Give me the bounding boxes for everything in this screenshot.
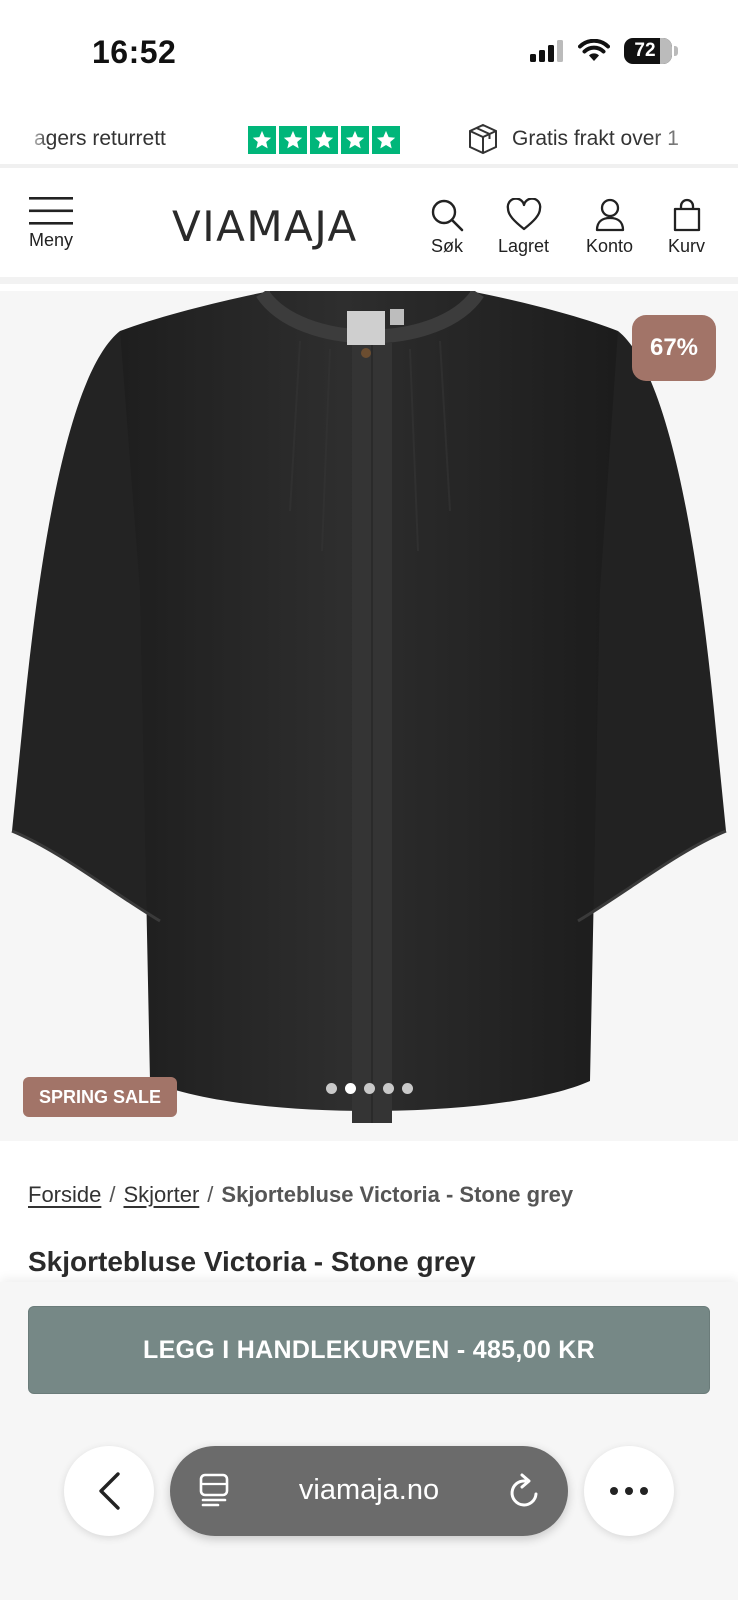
star-icon	[341, 126, 369, 154]
sale-badge: SPRING SALE	[23, 1077, 178, 1117]
search-label: Søk	[430, 236, 463, 256]
star-icon	[310, 126, 338, 154]
return-policy-text: agers returrett	[34, 127, 166, 150]
trustpilot-rating[interactable]	[248, 126, 400, 154]
reload-icon[interactable]	[506, 1472, 542, 1510]
gallery-dot-active[interactable]	[345, 1083, 356, 1094]
cart-label: Kurv	[668, 236, 706, 256]
breadcrumb-category-link[interactable]: Skjorter	[123, 1182, 199, 1208]
gallery-dot[interactable]	[326, 1083, 337, 1094]
saved-label: Lagret	[498, 236, 550, 256]
product-image-gallery[interactable]: 67% SPRING SALE	[0, 291, 738, 1141]
status-bar: 16:52 72	[0, 0, 738, 110]
menu-button[interactable]: Meny	[28, 196, 74, 251]
gallery-dot[interactable]	[383, 1083, 394, 1094]
account-label: Konto	[586, 236, 634, 256]
free-shipping-notice: Gratis frakt over 1	[466, 122, 679, 156]
product-image	[11, 291, 727, 1123]
more-dots-icon	[610, 1487, 648, 1495]
signal-icon	[530, 40, 563, 62]
browser-more-button[interactable]	[584, 1446, 674, 1536]
star-icon	[279, 126, 307, 154]
breadcrumb-current: Skjortebluse Victoria - Stone grey	[221, 1182, 574, 1207]
status-time: 16:52	[92, 34, 177, 70]
browser-back-button[interactable]	[64, 1446, 154, 1536]
breadcrumb: Forside / Skjorter / Skjortebluse Victor…	[28, 1182, 573, 1208]
star-icon	[248, 126, 276, 154]
search-icon	[431, 199, 464, 232]
hamburger-icon	[29, 197, 73, 225]
add-to-cart-button[interactable]: LEGG I HANDLEKURVEN - 485,00 KR	[28, 1306, 710, 1394]
status-icons: 72	[530, 38, 678, 64]
wifi-icon	[578, 39, 610, 61]
gallery-dot[interactable]	[402, 1083, 413, 1094]
product-title: Skjortebluse Victoria - Stone grey	[28, 1246, 476, 1277]
saved-button[interactable]: Lagret	[498, 198, 549, 257]
discount-badge: 67%	[632, 315, 716, 381]
battery-icon: 72	[624, 38, 672, 64]
site-header: Meny VIAMAJA Søk Lagret Konto Kurv	[0, 172, 738, 284]
heart-icon	[506, 198, 541, 231]
site-logo[interactable]: VIAMAJA	[172, 202, 358, 251]
gallery-pagination	[326, 1083, 413, 1094]
menu-label: Meny	[28, 230, 73, 250]
cart-button[interactable]: Kurv	[668, 198, 705, 257]
search-button[interactable]: Søk	[430, 198, 464, 257]
trust-banner: agers returrett Gratis frakt over 1	[0, 112, 738, 168]
package-icon	[469, 123, 497, 155]
star-icon	[372, 126, 400, 154]
address-bar[interactable]: viamaja.no	[170, 1446, 568, 1536]
user-icon	[595, 198, 624, 232]
gallery-dot[interactable]	[364, 1083, 375, 1094]
breadcrumb-separator: /	[207, 1182, 214, 1207]
shopping-bag-icon	[673, 198, 700, 232]
sticky-cart-bar: LEGG I HANDLEKURVEN - 485,00 KR viamaja.…	[0, 1282, 738, 1600]
account-button[interactable]: Konto	[586, 198, 633, 257]
breadcrumb-home-link[interactable]: Forside	[28, 1182, 101, 1208]
breadcrumb-separator: /	[109, 1182, 116, 1207]
battery-level: 72	[634, 40, 656, 61]
chevron-left-icon	[99, 1472, 120, 1510]
